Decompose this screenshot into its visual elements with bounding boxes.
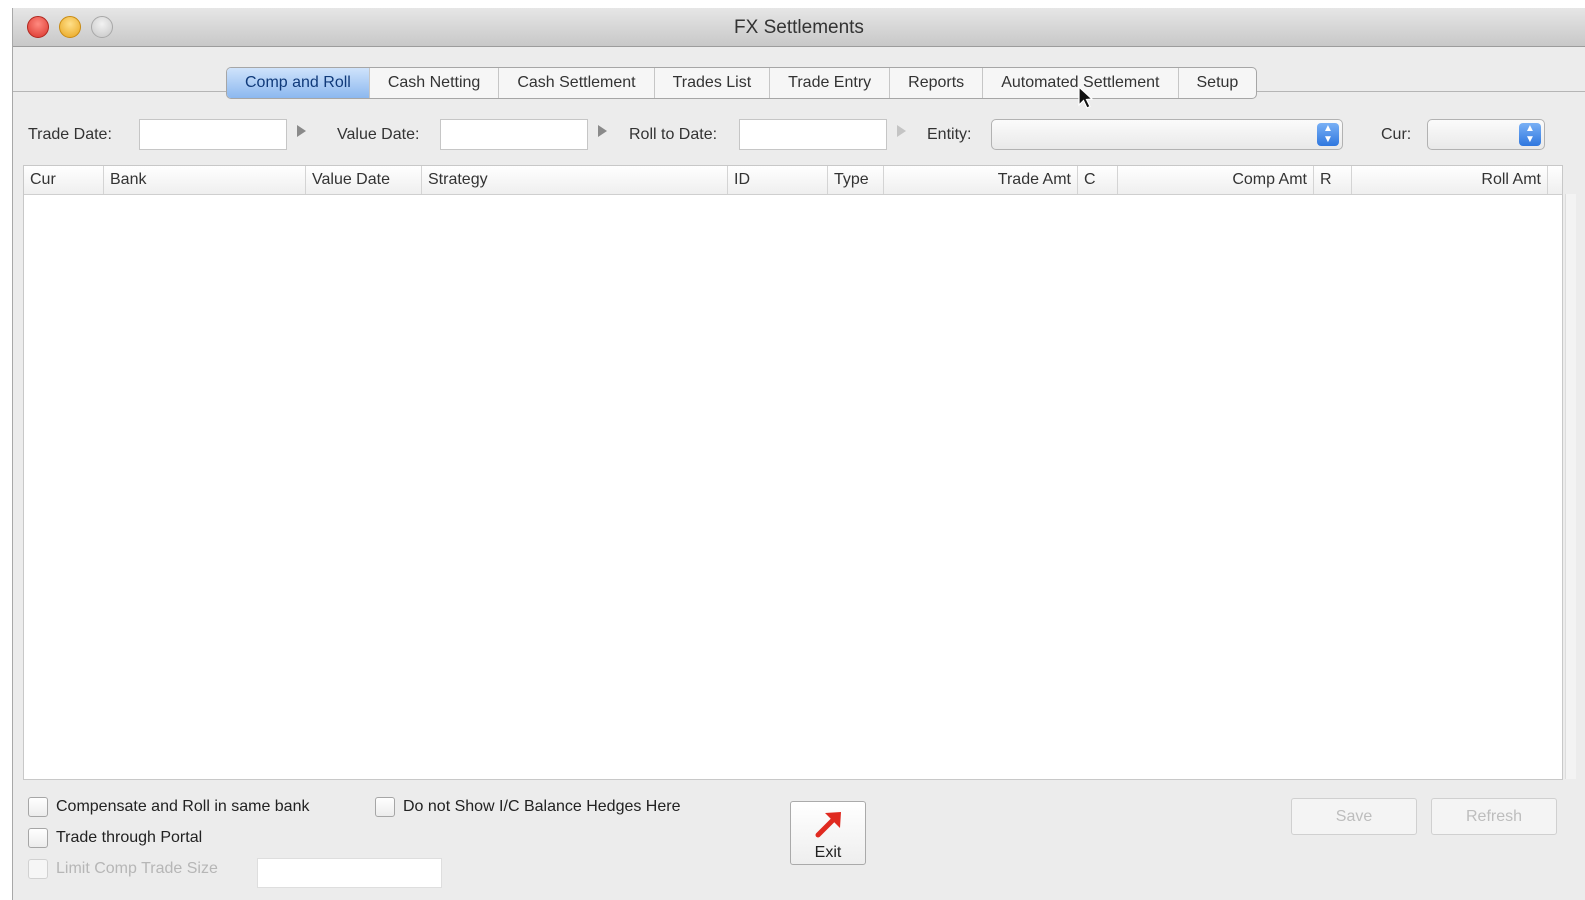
exit-label: Exit [814, 844, 842, 861]
trade-date-field[interactable] [139, 119, 287, 150]
tab-comp-and-roll[interactable]: Comp and Roll [227, 68, 370, 98]
entity-label: Entity: [927, 126, 972, 143]
compensate-roll-checkbox[interactable] [28, 797, 48, 817]
limit-comp-field[interactable] [257, 858, 442, 888]
limit-comp-checkbox[interactable] [28, 859, 48, 879]
column-header-cur[interactable]: Cur [24, 166, 104, 194]
column-header-strategy[interactable]: Strategy [422, 166, 728, 194]
column-header-r[interactable]: R [1314, 166, 1352, 194]
roll-to-date-field[interactable] [739, 119, 887, 150]
column-header-type[interactable]: Type [828, 166, 884, 194]
tab-trades-list[interactable]: Trades List [655, 68, 771, 98]
column-header-id[interactable]: ID [728, 166, 828, 194]
column-header-value-date[interactable]: Value Date [306, 166, 422, 194]
title-bar: FX Settlements [13, 8, 1585, 47]
tab-bar: Comp and Roll Cash Netting Cash Settleme… [226, 67, 1258, 99]
no-ic-balance-checkbox[interactable] [375, 797, 395, 817]
roll-to-date-label: Roll to Date: [629, 126, 718, 143]
tab-setup[interactable]: Setup [1179, 68, 1257, 98]
exit-button[interactable]: Exit [790, 801, 866, 865]
refresh-button[interactable]: Refresh [1431, 798, 1557, 835]
limit-comp-label: Limit Comp Trade Size [56, 860, 218, 877]
table-header: Cur Bank Value Date Strategy ID Type Tra… [24, 166, 1562, 195]
save-button[interactable]: Save [1291, 798, 1417, 835]
trade-date-arrow-icon[interactable] [297, 125, 306, 137]
tab-reports[interactable]: Reports [890, 68, 984, 98]
trade-portal-checkbox[interactable] [28, 828, 48, 848]
entity-select[interactable]: ▲ ▼ [991, 119, 1343, 150]
column-header-comp-amt[interactable]: Comp Amt [1118, 166, 1314, 194]
exit-arrow-icon [815, 812, 841, 838]
table-scrollbar[interactable] [1565, 194, 1576, 779]
bottom-panel: Compensate and Roll in same bank Do not … [13, 788, 1585, 900]
settlements-table[interactable]: Cur Bank Value Date Strategy ID Type Tra… [23, 165, 1576, 780]
value-date-label: Value Date: [337, 126, 420, 143]
tab-trade-entry[interactable]: Trade Entry [770, 68, 891, 98]
no-ic-balance-label: Do not Show I/C Balance Hedges Here [403, 798, 681, 815]
cur-select[interactable]: ▲ ▼ [1427, 119, 1545, 150]
compensate-roll-label: Compensate and Roll in same bank [56, 798, 310, 815]
roll-to-date-arrow-icon[interactable] [897, 125, 906, 137]
app-window: FX Settlements Comp and Roll Cash Nettin… [12, 8, 1585, 900]
value-date-arrow-icon[interactable] [598, 125, 607, 137]
cur-label: Cur: [1381, 126, 1412, 143]
trade-date-label: Trade Date: [28, 126, 112, 143]
value-date-field[interactable] [440, 119, 588, 150]
filter-bar: Trade Date: Value Date: Roll to Date: En… [13, 118, 1585, 154]
column-header-bank[interactable]: Bank [104, 166, 306, 194]
select-stepper-icon: ▲ ▼ [1519, 123, 1541, 146]
select-stepper-icon: ▲ ▼ [1317, 123, 1339, 146]
column-header-roll-amt[interactable]: Roll Amt [1352, 166, 1548, 194]
mouse-cursor-icon [1078, 86, 1094, 109]
column-header-c[interactable]: C [1078, 166, 1118, 194]
tab-cash-settlement[interactable]: Cash Settlement [499, 68, 655, 98]
trade-portal-label: Trade through Portal [56, 829, 203, 846]
column-header-trade-amt[interactable]: Trade Amt [884, 166, 1078, 194]
window-title: FX Settlements [734, 17, 864, 38]
tab-cash-netting[interactable]: Cash Netting [370, 68, 500, 98]
